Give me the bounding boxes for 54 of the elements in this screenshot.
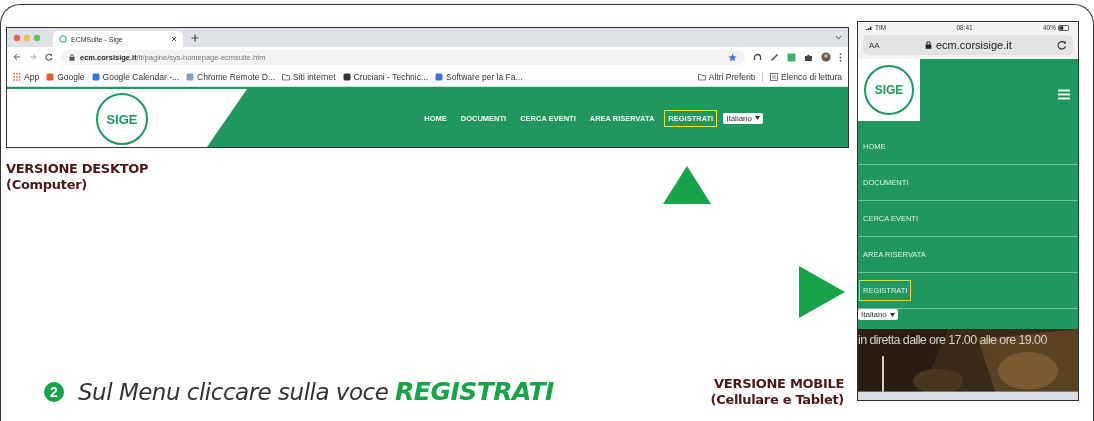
- address-bar[interactable]: AA ecm.corsisige.it: [863, 35, 1073, 55]
- arrow-right-icon: [799, 266, 845, 318]
- folder-icon: [282, 72, 291, 81]
- pen-icon[interactable]: [770, 52, 779, 62]
- bookmark-link[interactable]: Altri Preferiti: [697, 71, 756, 82]
- instruction-text: Sul Menu cliccare sulla voce REGISTRATI: [78, 377, 554, 406]
- favicon-icon: [59, 35, 67, 43]
- lock-icon: [924, 41, 932, 49]
- signal-icon: [866, 25, 873, 30]
- star-icon[interactable]: [728, 52, 737, 62]
- bookmark-link[interactable]: Siti internet: [282, 71, 336, 82]
- favicon-icon: [186, 72, 195, 81]
- back-icon[interactable]: [13, 53, 21, 61]
- step-number: 2: [44, 381, 64, 402]
- text-size-button[interactable]: AA: [869, 40, 880, 50]
- bookmark-link[interactable]: Elenco di lettura: [770, 71, 842, 82]
- reload-icon[interactable]: [1057, 40, 1067, 50]
- bookmark-link[interactable]: Software per la Fa...: [435, 71, 523, 82]
- battery-icon: [1058, 24, 1070, 31]
- arrow-up-icon: [663, 166, 711, 204]
- favicon-icon: [435, 72, 444, 81]
- language-select[interactable]: Italiano: [723, 112, 763, 124]
- bookmark-link[interactable]: Google Calendar -...: [91, 71, 180, 82]
- list-icon: [770, 72, 779, 81]
- caption: (Cellulare e Tablet): [710, 392, 844, 408]
- reload-icon[interactable]: [45, 53, 53, 61]
- bookmark-link[interactable]: Google: [46, 71, 85, 82]
- bookmark-link[interactable]: App: [13, 71, 40, 82]
- plus-icon[interactable]: [191, 33, 199, 42]
- caption: (Computer): [6, 177, 88, 193]
- bookmark-link[interactable]: Cruciani - Technic...: [342, 71, 429, 82]
- apps-grid-icon: [13, 72, 21, 81]
- close-icon[interactable]: [171, 36, 177, 42]
- logo[interactable]: SIGE: [96, 93, 148, 145]
- caret-icon: [889, 312, 895, 317]
- url-text: ecm.corsisige.it: [924, 39, 1012, 51]
- caption: VERSIONE DESKTOP: [6, 161, 150, 177]
- caret-icon: [755, 116, 760, 120]
- extension-icon[interactable]: [787, 52, 796, 62]
- language-select[interactable]: Italiano: [858, 309, 898, 320]
- menu-icon[interactable]: [1058, 88, 1070, 100]
- banner-text: in diretta dalle ore 17.00 alle ore 19.00: [858, 333, 1047, 347]
- favicon-icon: [46, 72, 55, 81]
- window-controls-icon[interactable]: [13, 33, 43, 42]
- favicon-icon: [91, 72, 100, 81]
- bookmark-link[interactable]: Chrome Remote D...: [186, 71, 276, 82]
- avatar-icon[interactable]: [821, 52, 831, 62]
- favicon-icon: [342, 72, 351, 81]
- caption: VERSIONE MOBILE: [714, 376, 844, 392]
- chevron-down-icon[interactable]: [835, 35, 842, 40]
- lock-icon: [69, 53, 75, 61]
- more-icon[interactable]: [839, 52, 842, 62]
- logo[interactable]: SIGE: [864, 65, 914, 115]
- folder-icon: [697, 72, 706, 81]
